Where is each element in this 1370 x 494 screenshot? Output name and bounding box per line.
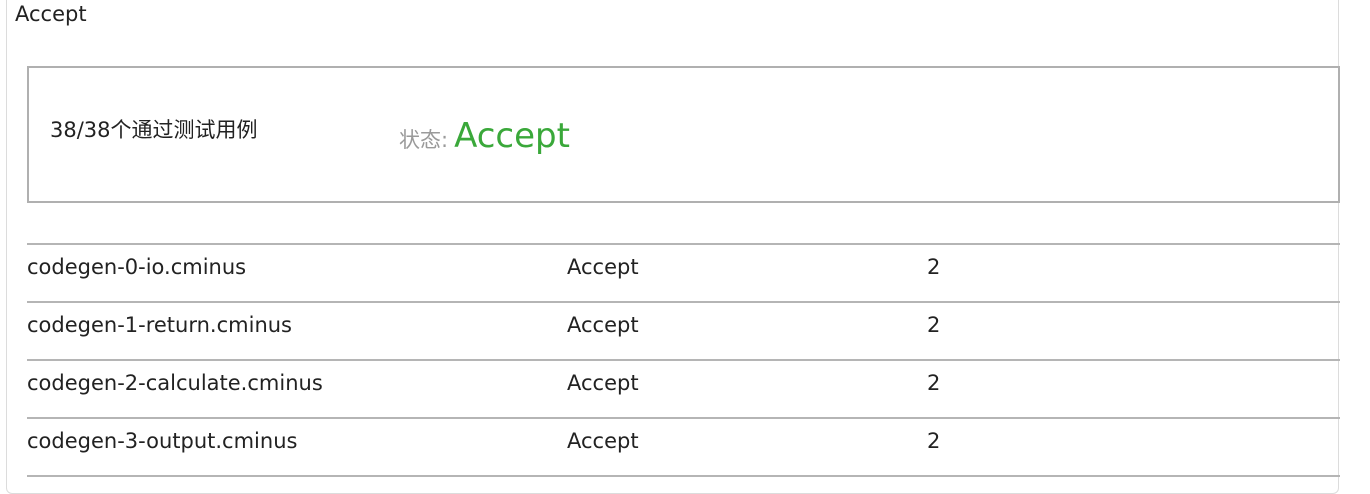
test-status: Accept — [567, 301, 927, 360]
test-name: codegen-1-return.cminus — [27, 301, 567, 360]
test-score: 2 — [927, 417, 1340, 477]
table-row: codegen-0-io.cminus Accept 2 — [27, 243, 1340, 302]
overall-status: 状态: Accept — [399, 116, 570, 156]
test-results-table: codegen-0-io.cminus Accept 2 codegen-1-r… — [27, 243, 1340, 477]
test-score: 2 — [927, 301, 1340, 360]
test-name: codegen-3-output.cminus — [27, 417, 567, 477]
summary-box: 38/38个通过测试用例 状态: Accept — [27, 66, 1340, 203]
test-score: 2 — [927, 243, 1340, 302]
test-score: 2 — [927, 359, 1340, 418]
table-row: codegen-2-calculate.cminus Accept 2 — [27, 359, 1340, 418]
table-row: codegen-3-output.cminus Accept 2 — [27, 417, 1340, 477]
table-row: codegen-1-return.cminus Accept 2 — [27, 301, 1340, 360]
test-name: codegen-0-io.cminus — [27, 243, 567, 302]
status-value: Accept — [454, 116, 570, 156]
panel-title: Accept — [15, 2, 87, 26]
test-status: Accept — [567, 243, 927, 302]
test-status: Accept — [567, 359, 927, 418]
test-name: codegen-2-calculate.cminus — [27, 359, 567, 418]
test-status: Accept — [567, 417, 927, 477]
status-label: 状态: — [399, 128, 449, 152]
passed-test-count: 38/38个通过测试用例 — [50, 118, 258, 142]
